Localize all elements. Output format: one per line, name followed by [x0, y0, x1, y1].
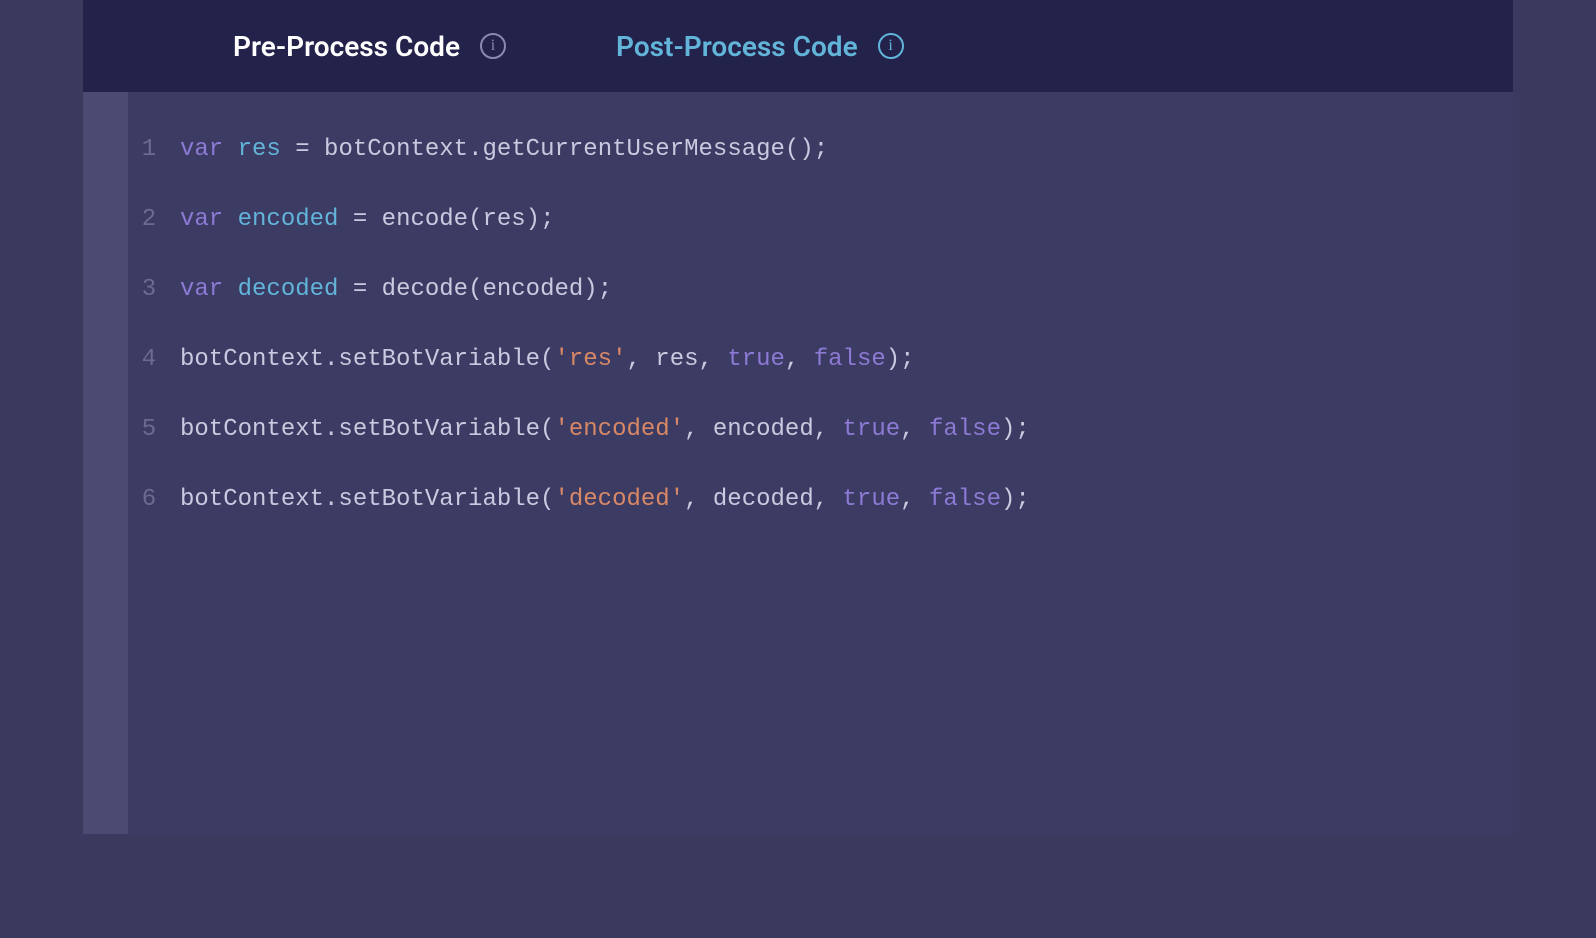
token-bool: true — [843, 416, 901, 443]
code-area[interactable]: var res = botContext.getCurrentUserMessa… — [170, 92, 1513, 834]
line-number: 2 — [128, 202, 170, 272]
token-default — [223, 276, 237, 303]
token-string: 'encoded' — [554, 416, 684, 443]
token-bool: false — [929, 486, 1001, 513]
token-ident: res — [238, 136, 281, 163]
info-icon[interactable]: i — [878, 33, 904, 59]
token-default: ); — [886, 346, 915, 373]
token-default: , — [900, 486, 929, 513]
code-line[interactable]: botContext.setBotVariable('encoded', enc… — [180, 412, 1513, 482]
token-keyword: var — [180, 276, 223, 303]
info-icon[interactable]: i — [480, 33, 506, 59]
line-number: 3 — [128, 272, 170, 342]
token-default: botContext.setBotVariable( — [180, 416, 554, 443]
token-default: , decoded, — [684, 486, 842, 513]
token-default: , res, — [626, 346, 727, 373]
token-default: , — [785, 346, 814, 373]
token-bool: false — [929, 416, 1001, 443]
token-string: 'res' — [554, 346, 626, 373]
code-line[interactable]: botContext.setBotVariable('res', res, tr… — [180, 342, 1513, 412]
tab-postprocess-label: Post-Process Code — [616, 30, 858, 63]
line-number: 6 — [128, 482, 170, 552]
token-default: ); — [1001, 416, 1030, 443]
token-ident: encoded — [238, 206, 339, 233]
line-gutter: 123456 — [128, 92, 170, 834]
token-default: = decode(encoded); — [338, 276, 612, 303]
token-bool: true — [843, 486, 901, 513]
token-default — [223, 136, 237, 163]
tab-bar: Pre-Process Code i Post-Process Code i — [83, 0, 1513, 92]
tab-preprocess-label: Pre-Process Code — [233, 30, 460, 63]
token-default: botContext.setBotVariable( — [180, 346, 554, 373]
token-bool: true — [727, 346, 785, 373]
code-line[interactable]: botContext.setBotVariable('decoded', dec… — [180, 482, 1513, 552]
code-line[interactable]: var res = botContext.getCurrentUserMessa… — [180, 132, 1513, 202]
token-default: = encode(res); — [338, 206, 554, 233]
token-string: 'decoded' — [554, 486, 684, 513]
token-keyword: var — [180, 136, 223, 163]
code-editor-panel: Pre-Process Code i Post-Process Code i 1… — [83, 0, 1513, 834]
token-default — [223, 206, 237, 233]
token-default: , — [900, 416, 929, 443]
token-bool: false — [814, 346, 886, 373]
token-default: = botContext.getCurrentUserMessage(); — [281, 136, 828, 163]
tab-postprocess[interactable]: Post-Process Code i — [616, 30, 904, 63]
line-number: 5 — [128, 412, 170, 482]
code-editor[interactable]: 123456 var res = botContext.getCurrentUs… — [83, 92, 1513, 834]
tab-preprocess[interactable]: Pre-Process Code i — [233, 30, 506, 63]
line-number: 4 — [128, 342, 170, 412]
code-line[interactable]: var encoded = encode(res); — [180, 202, 1513, 272]
line-number: 1 — [128, 132, 170, 202]
token-default: , encoded, — [684, 416, 842, 443]
editor-margin — [83, 92, 128, 834]
code-line[interactable]: var decoded = decode(encoded); — [180, 272, 1513, 342]
token-default: botContext.setBotVariable( — [180, 486, 554, 513]
token-ident: decoded — [238, 276, 339, 303]
token-keyword: var — [180, 206, 223, 233]
token-default: ); — [1001, 486, 1030, 513]
